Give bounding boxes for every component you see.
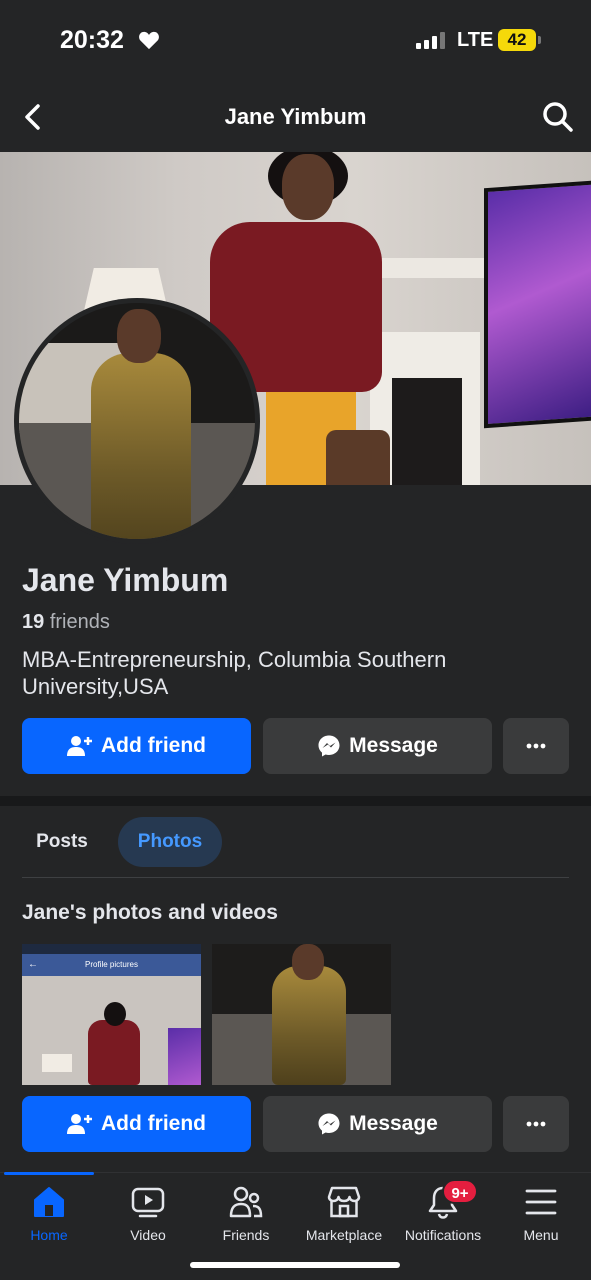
signal-icon: [416, 32, 445, 49]
messenger-icon: [318, 1113, 340, 1135]
photos-section-title: Jane's photos and videos: [22, 901, 278, 924]
more-dots-icon: [526, 743, 546, 749]
search-icon[interactable]: [541, 100, 575, 134]
battery-icon: 42: [498, 29, 536, 51]
active-tab-indicator: [4, 1172, 94, 1175]
marketplace-icon: [327, 1186, 361, 1218]
nav-label: Notifications: [404, 1227, 482, 1243]
profile-bio: MBA-Entrepreneurship, Columbia Southern …: [22, 647, 447, 699]
cover-tv: [484, 179, 591, 429]
sticky-profile-actions: Add friend Message: [22, 1096, 569, 1152]
tab-photos[interactable]: Photos: [118, 817, 222, 867]
message-label: Message: [349, 1112, 438, 1135]
message-label: Message: [349, 734, 438, 757]
nav-label: Friends: [222, 1227, 270, 1243]
battery-nub: [538, 36, 541, 44]
nav-marketplace[interactable]: Marketplace: [295, 1185, 393, 1243]
tab-divider: [22, 877, 569, 878]
nav-label: Menu: [523, 1227, 559, 1243]
friends-icon: [229, 1186, 263, 1218]
section-divider: [0, 796, 591, 806]
profile-avatar[interactable]: [14, 298, 260, 544]
home-indicator: [190, 1262, 400, 1268]
profile-header: Jane Yimbum: [0, 88, 591, 148]
home-icon: [34, 1187, 64, 1217]
friends-number: 19: [22, 611, 45, 633]
add-friend-label: Add friend: [101, 734, 206, 757]
messenger-icon: [318, 735, 340, 757]
nav-label: Video: [130, 1227, 166, 1243]
nav-friends[interactable]: Friends: [197, 1185, 295, 1243]
menu-icon: [525, 1189, 557, 1215]
add-friend-button[interactable]: Add friend: [22, 718, 251, 774]
status-time: 20:32: [60, 26, 124, 54]
add-friend-button[interactable]: Add friend: [22, 1096, 251, 1152]
nav-home[interactable]: Home: [0, 1185, 98, 1243]
tab-posts[interactable]: Posts: [20, 817, 104, 867]
thumb-caption: Profile pictures: [85, 960, 138, 969]
photo-thumbnail[interactable]: ← Profile pictures: [22, 944, 201, 1085]
photo-thumbnail[interactable]: [212, 944, 391, 1085]
add-person-icon: [67, 1114, 92, 1134]
nav-label: Marketplace: [305, 1227, 383, 1243]
heart-icon: [139, 31, 159, 50]
add-person-icon: [67, 736, 92, 756]
cover-firebox: [392, 378, 462, 485]
page-title: Jane Yimbum: [224, 104, 367, 129]
profile-name: Jane Yimbum: [22, 562, 229, 598]
status-bar: 20:32 LTE 42: [0, 0, 591, 80]
friends-label: friends: [49, 611, 110, 633]
friends-count[interactable]: 19 friends: [22, 611, 110, 634]
more-options-button[interactable]: [503, 1096, 569, 1152]
more-options-button[interactable]: [503, 718, 569, 774]
nav-notifications[interactable]: 9+ Notifications: [394, 1179, 492, 1243]
message-button[interactable]: Message: [263, 718, 492, 774]
network-type: LTE: [457, 29, 494, 51]
nav-label: Home: [30, 1227, 68, 1243]
message-button[interactable]: Message: [263, 1096, 492, 1152]
more-dots-icon: [526, 1121, 546, 1127]
profile-actions: Add friend Message: [22, 718, 569, 774]
notification-badge: 9+: [442, 1179, 478, 1204]
add-friend-label: Add friend: [101, 1112, 206, 1135]
nav-menu[interactable]: Menu: [492, 1185, 590, 1243]
nav-video[interactable]: Video: [99, 1185, 197, 1243]
video-icon: [131, 1187, 165, 1218]
